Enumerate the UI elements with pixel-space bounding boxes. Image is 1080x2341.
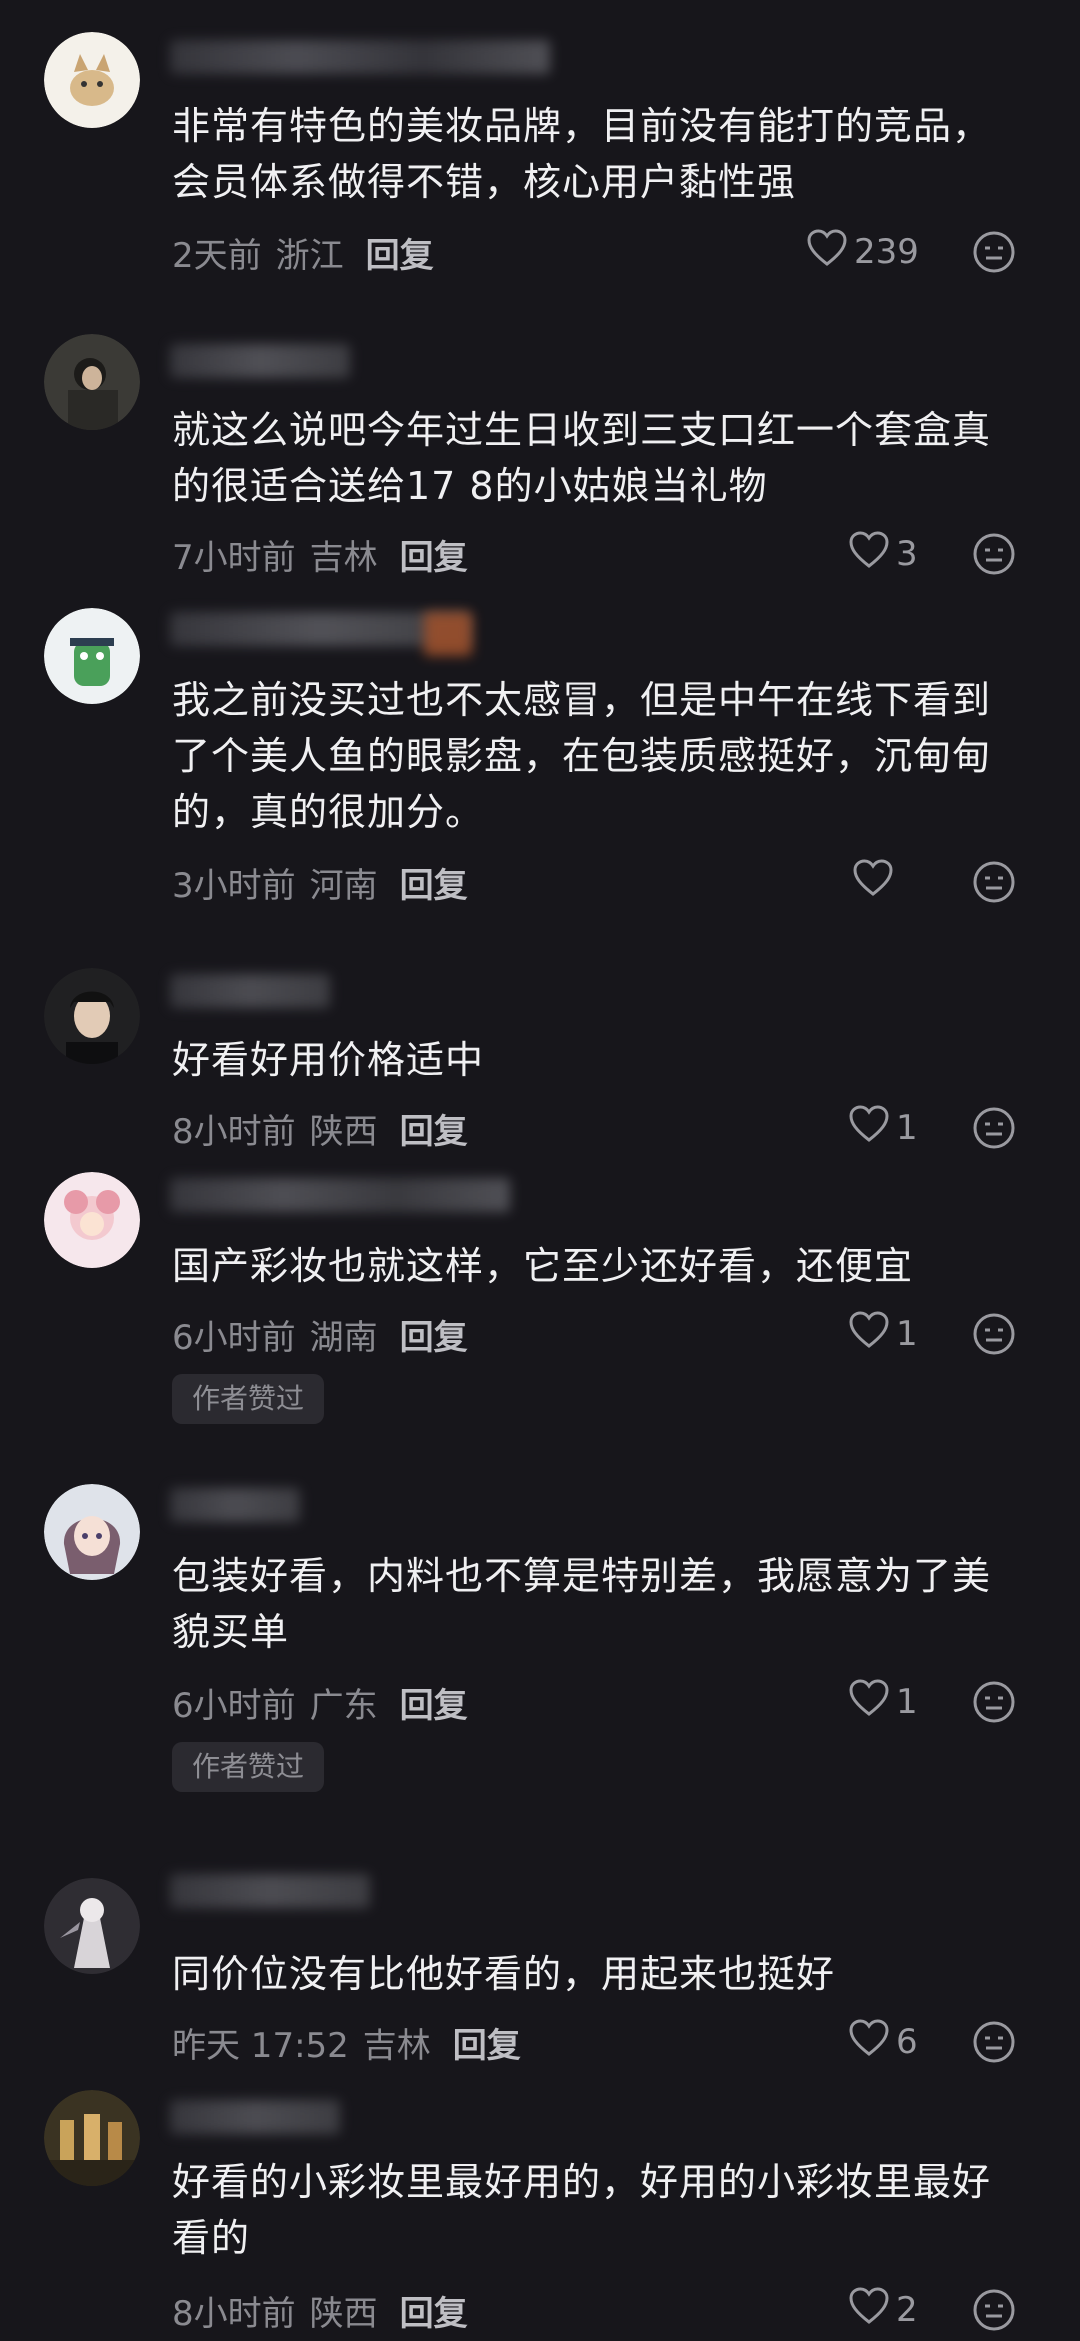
comment-time: 8小时前: [172, 1112, 296, 1152]
comment-location: 陕西: [309, 2294, 378, 2334]
neutral-face-icon[interactable]: [972, 230, 1016, 274]
heart-outline-icon: [848, 1678, 896, 1727]
username-redacted: [170, 2100, 340, 2134]
comment-meta: 3小时前 河南 回复: [172, 858, 468, 907]
reply-button[interactable]: 回复: [400, 1686, 468, 1726]
reply-button[interactable]: 回复: [453, 2026, 521, 2066]
comment-meta: 8小时前 陕西 回复: [172, 2286, 468, 2335]
like-button[interactable]: 2: [848, 2286, 918, 2335]
comment-time: 2天前: [172, 236, 262, 276]
avatar[interactable]: [44, 1484, 140, 1580]
reply-button[interactable]: 回复: [400, 1318, 468, 1358]
like-button[interactable]: [852, 858, 900, 907]
avatar[interactable]: [44, 2090, 140, 2186]
neutral-face-icon[interactable]: [972, 1312, 1016, 1356]
neutral-face-icon[interactable]: [972, 1680, 1016, 1724]
username-redacted: [170, 1178, 510, 1212]
heart-outline-icon: [852, 858, 900, 907]
like-count: 1: [896, 1314, 918, 1354]
avatar[interactable]: [44, 608, 140, 704]
neutral-face-icon[interactable]: [972, 860, 1016, 904]
comment-text: 同价位没有比他好看的，用起来也挺好: [172, 1952, 836, 1996]
comment-text: 非常有特色的美妆品牌，目前没有能打的竞品，会员体系做得不错，核心用户黏性强: [172, 104, 992, 204]
avatar[interactable]: [44, 32, 140, 128]
comment-text: 我之前没买过也不太感冒，但是中午在线下看到了个美人鱼的眼影盘，在包装质感挺好，沉…: [172, 678, 992, 834]
neutral-face-icon[interactable]: [972, 2020, 1016, 2064]
like-button[interactable]: 1: [848, 1678, 918, 1727]
reply-button[interactable]: 回复: [400, 1112, 468, 1152]
avatar[interactable]: [44, 1878, 140, 1974]
comment-text: 好看好用价格适中: [172, 1038, 485, 1082]
heart-outline-icon: [806, 228, 854, 277]
comment-location: 广东: [309, 1686, 378, 1726]
like-button[interactable]: 6: [848, 2018, 918, 2067]
like-button[interactable]: 3: [848, 530, 918, 579]
comment-time: 昨天 17:52: [172, 2026, 349, 2066]
comment-meta: 6小时前 湖南 回复: [172, 1310, 468, 1359]
like-count: 3: [896, 534, 918, 574]
comment-time: 7小时前: [172, 538, 296, 578]
neutral-face-icon[interactable]: [972, 532, 1016, 576]
reply-button[interactable]: 回复: [400, 538, 468, 578]
like-count: 1: [896, 1682, 918, 1722]
avatar[interactable]: [44, 968, 140, 1064]
like-button[interactable]: 1: [848, 1310, 918, 1359]
like-button[interactable]: 1: [848, 1104, 918, 1153]
reply-button[interactable]: 回复: [400, 2294, 468, 2334]
avatar[interactable]: [44, 334, 140, 430]
neutral-face-icon[interactable]: [972, 2288, 1016, 2332]
heart-outline-icon: [848, 1104, 896, 1153]
comment-text: 国产彩妆也就这样，它至少还好看，还便宜: [172, 1244, 914, 1288]
comment-text: 好看的小彩妆里最好用的，好用的小彩妆里最好看的: [172, 2160, 992, 2260]
comment-location: 浙江: [275, 236, 344, 276]
comment-meta: 昨天 17:52 吉林 回复: [172, 2018, 521, 2067]
author-liked-badge: 作者赞过: [172, 1374, 325, 1424]
comment-location: 湖南: [309, 1318, 378, 1358]
like-count: 1: [896, 1108, 918, 1148]
username-redacted-extra: [424, 612, 472, 656]
comment-location: 吉林: [362, 2026, 431, 2066]
heart-outline-icon: [848, 2286, 896, 2335]
username-redacted: [170, 1874, 370, 1908]
comment-time: 3小时前: [172, 866, 296, 906]
like-count: 239: [854, 232, 919, 272]
comment-meta: 6小时前 广东 回复: [172, 1678, 468, 1727]
avatar[interactable]: [44, 1172, 140, 1268]
like-count: 2: [896, 2290, 918, 2330]
comment-meta: 8小时前 陕西 回复: [172, 1104, 468, 1153]
comment-time: 6小时前: [172, 1318, 296, 1358]
comment-meta: 2天前 浙江 回复: [172, 228, 434, 277]
comment-text: 包装好看，内料也不算是特别差，我愿意为了美貌买单: [172, 1554, 992, 1654]
username-redacted: [170, 974, 330, 1008]
username-redacted: [170, 40, 550, 74]
username-redacted: [170, 344, 350, 378]
comment-location: 吉林: [309, 538, 378, 578]
neutral-face-icon[interactable]: [972, 1106, 1016, 1150]
reply-button[interactable]: 回复: [366, 236, 434, 276]
like-count: 6: [896, 2022, 918, 2062]
comment-location: 陕西: [309, 1112, 378, 1152]
like-button[interactable]: 239: [806, 228, 919, 277]
author-liked-badge: 作者赞过: [172, 1742, 325, 1792]
comment-time: 6小时前: [172, 1686, 296, 1726]
comment-location: 河南: [309, 866, 378, 906]
username-redacted: [170, 1488, 300, 1522]
heart-outline-icon: [848, 1310, 896, 1359]
comment-meta: 7小时前 吉林 回复: [172, 530, 468, 579]
heart-outline-icon: [848, 2018, 896, 2067]
comment-time: 8小时前: [172, 2294, 296, 2334]
reply-button[interactable]: 回复: [400, 866, 468, 906]
comment-text: 就这么说吧今年过生日收到三支口红一个套盒真的很适合送给17 8的小姑娘当礼物: [172, 408, 992, 508]
heart-outline-icon: [848, 530, 896, 579]
